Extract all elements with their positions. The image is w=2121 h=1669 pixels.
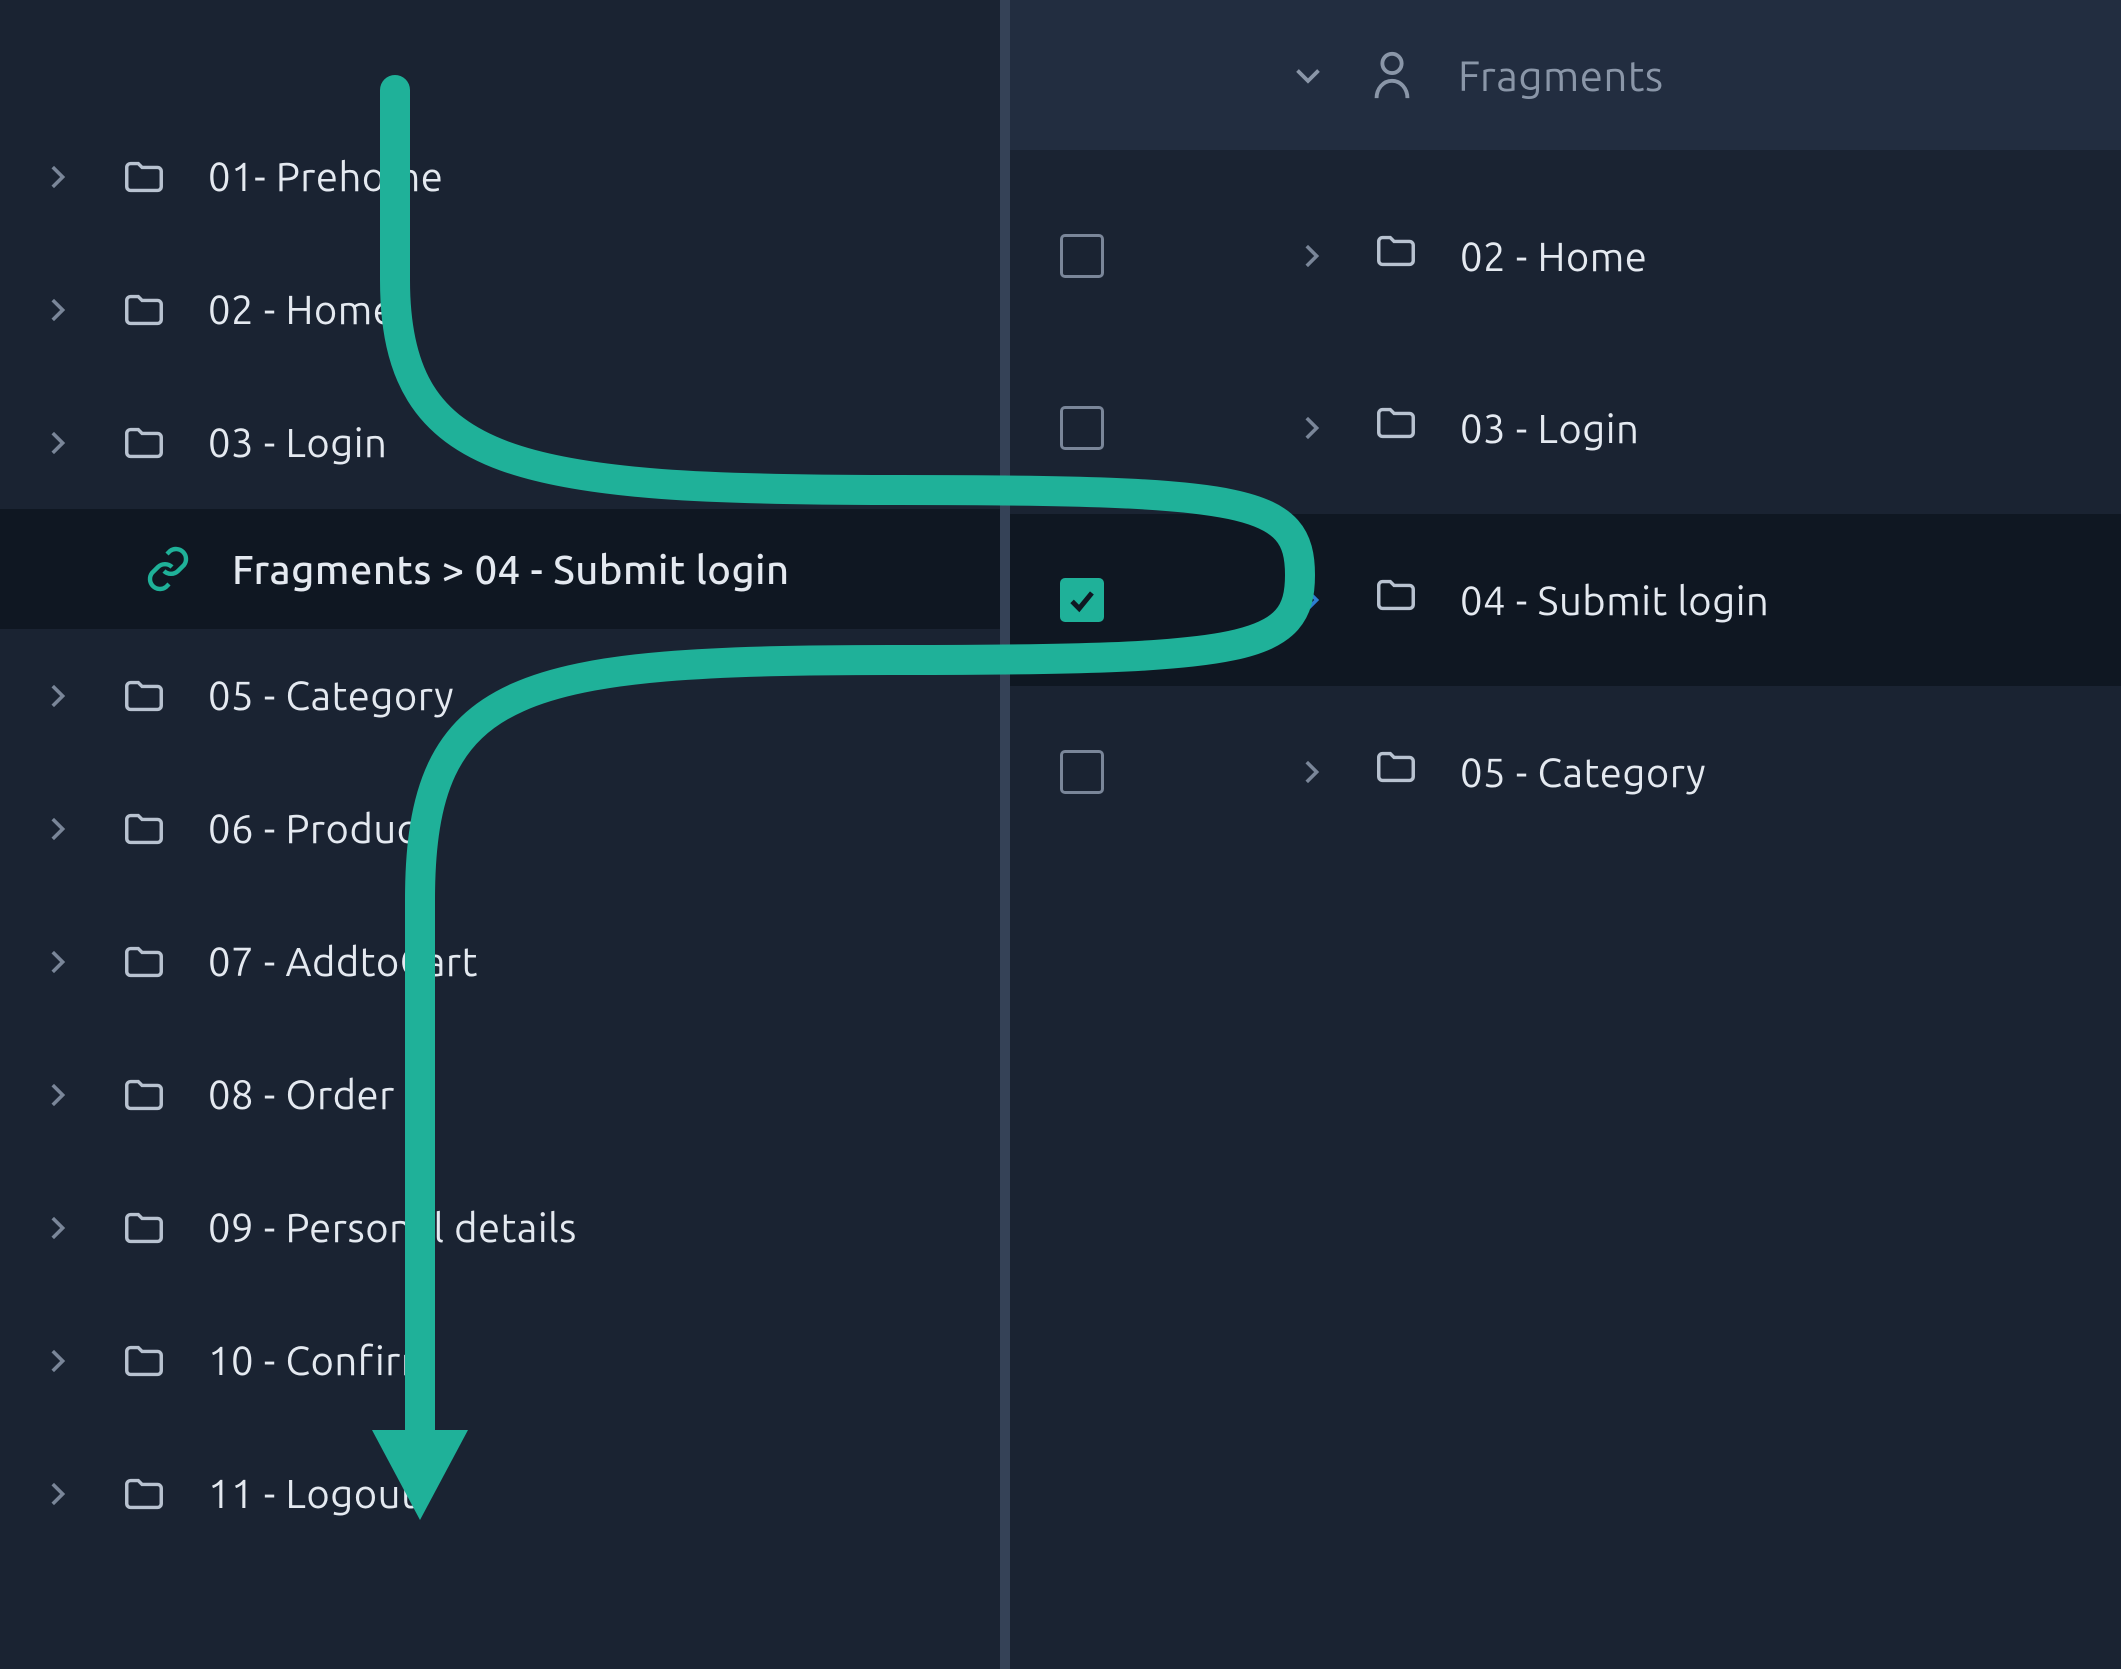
fragment-row-04-submit-login[interactable]: 04 - Submit login: [1010, 514, 2121, 686]
tree-item-label: 01- Prehome: [208, 154, 443, 199]
chevron-right-icon: [40, 1477, 74, 1511]
folder-icon: [1368, 744, 1424, 800]
panel-divider[interactable]: [1000, 0, 1010, 1669]
fragment-row-05-category[interactable]: 05 - Category: [1010, 686, 2121, 858]
tree-item-label: 06 - Product: [208, 806, 432, 851]
left-tree-panel: 01- Prehome 02 - Home 03 - Login Fragmen…: [0, 0, 1000, 1669]
tree-item-label: 05 - Category: [208, 673, 454, 718]
tree-item-05-category[interactable]: 05 - Category: [0, 629, 1000, 762]
checkbox[interactable]: [1060, 750, 1104, 794]
tree-item-fragment-link-submit-login[interactable]: Fragments > 04 - Submit login: [0, 509, 1000, 629]
checkbox[interactable]: [1060, 234, 1104, 278]
chevron-right-icon: [1294, 755, 1328, 789]
tree-item-02-home[interactable]: 02 - Home: [0, 243, 1000, 376]
folder-icon: [116, 801, 172, 857]
chevron-right-icon: [40, 293, 74, 327]
tree-item-label: 02 - Home: [208, 287, 395, 332]
fragment-row-label: 02 - Home: [1460, 234, 1647, 279]
tree-item-09-personal-details[interactable]: 09 - Personal details: [0, 1161, 1000, 1294]
fragment-row-02-home[interactable]: 02 - Home: [1010, 170, 2121, 342]
chevron-right-icon: [40, 679, 74, 713]
right-fragments-panel: Fragments 02 - Home 03 - Login: [1010, 0, 2121, 1669]
folder-icon: [116, 1200, 172, 1256]
folder-icon: [116, 1333, 172, 1389]
chevron-right-icon: [40, 812, 74, 846]
tree-item-01-prehome[interactable]: 01- Prehome: [0, 110, 1000, 243]
folder-icon: [116, 668, 172, 724]
folder-icon: [116, 415, 172, 471]
link-icon: [140, 541, 196, 597]
tree-item-label: 11 - Logout: [208, 1471, 417, 1516]
tree-item-label: Fragments > 04 - Submit login: [232, 547, 790, 592]
folder-icon: [116, 282, 172, 338]
chevron-right-icon: [1294, 239, 1328, 273]
folder-icon: [1368, 400, 1424, 456]
folder-icon: [116, 1466, 172, 1522]
chevron-right-icon: [1294, 411, 1328, 445]
folder-icon: [1368, 228, 1424, 284]
app-root: 01- Prehome 02 - Home 03 - Login Fragmen…: [0, 0, 2121, 1669]
fragment-row-label: 05 - Category: [1460, 750, 1706, 795]
tree-item-03-login[interactable]: 03 - Login: [0, 376, 1000, 509]
chevron-right-icon: [40, 426, 74, 460]
user-icon: [1368, 48, 1416, 102]
checkbox[interactable]: [1060, 406, 1104, 450]
folder-icon: [116, 149, 172, 205]
fragments-header[interactable]: Fragments: [1010, 0, 2121, 150]
chevron-right-icon: [40, 1344, 74, 1378]
fragment-row-label: 03 - Login: [1460, 406, 1639, 451]
chevron-right-icon: [40, 160, 74, 194]
tree-item-06-product[interactable]: 06 - Product: [0, 762, 1000, 895]
tree-item-label: 03 - Login: [208, 420, 387, 465]
checkbox-checked[interactable]: [1060, 578, 1104, 622]
tree-item-label: 08 - Order: [208, 1072, 395, 1117]
tree-item-08-order[interactable]: 08 - Order: [0, 1028, 1000, 1161]
fragment-row-label: 04 - Submit login: [1460, 578, 1769, 623]
chevron-right-icon: [40, 1078, 74, 1112]
fragments-header-label: Fragments: [1458, 52, 1664, 99]
tree-item-10-confirm[interactable]: 10 - Confirm: [0, 1294, 1000, 1427]
fragment-row-03-login[interactable]: 03 - Login: [1010, 342, 2121, 514]
tree-item-label: 07 - AddtoCart: [208, 939, 478, 984]
tree-item-label: 09 - Personal details: [208, 1205, 577, 1250]
chevron-down-icon: [1290, 57, 1326, 93]
tree-item-label: 10 - Confirm: [208, 1338, 436, 1383]
fragments-list: 02 - Home 03 - Login 04 - Submit login: [1010, 150, 2121, 858]
chevron-right-icon: [40, 945, 74, 979]
folder-icon: [116, 934, 172, 990]
chevron-right-icon: [1294, 583, 1328, 617]
folder-icon: [1368, 572, 1424, 628]
folder-icon: [116, 1067, 172, 1123]
tree-item-07-addtocart[interactable]: 07 - AddtoCart: [0, 895, 1000, 1028]
tree-item-11-logout[interactable]: 11 - Logout: [0, 1427, 1000, 1560]
chevron-right-icon: [40, 1211, 74, 1245]
